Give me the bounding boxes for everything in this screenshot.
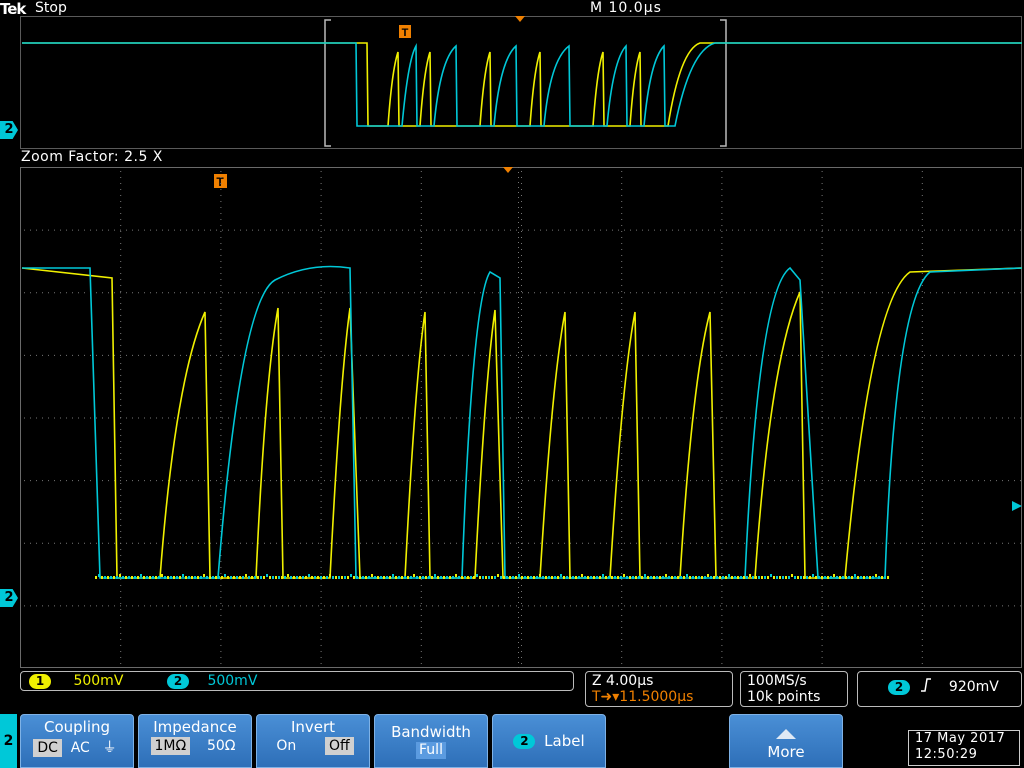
- ch2-badge: 2: [167, 673, 189, 689]
- ch2-readout[interactable]: 2 500mV: [167, 673, 257, 689]
- invert-title: Invert: [290, 718, 336, 736]
- main-trigger-marker-label: T: [216, 175, 224, 189]
- impedance-50ohm[interactable]: 50Ω: [203, 737, 240, 755]
- overview-center-marker: [515, 16, 525, 22]
- coupling-button[interactable]: Coupling DC AC ⏚: [20, 714, 134, 768]
- active-channel-tab[interactable]: 2: [0, 714, 17, 768]
- channel-readout-bar[interactable]: 1 500mV 2 500mV: [20, 671, 574, 691]
- more-button[interactable]: More: [729, 714, 843, 768]
- invert-off[interactable]: Off: [325, 737, 354, 755]
- overview-trigger-marker-label: T: [402, 27, 409, 39]
- ground-icon[interactable]: ⏚: [99, 736, 121, 758]
- sample-rate: 100MS/s: [747, 673, 807, 689]
- coupling-dc[interactable]: DC: [33, 739, 62, 757]
- trigger-level: 920mV: [948, 679, 999, 695]
- ch1-scale: 500mV: [73, 673, 124, 689]
- coupling-title: Coupling: [43, 718, 111, 736]
- trigger-source-badge: 2: [888, 679, 910, 695]
- zoom-scale: Z 4.00µs: [592, 673, 654, 689]
- time: 12:50:29: [915, 747, 978, 762]
- impedance-button[interactable]: Impedance 1MΩ 50Ω: [138, 714, 252, 768]
- zoom-window-bracket: [324, 19, 727, 147]
- invert-button[interactable]: Invert On Off: [256, 714, 370, 768]
- zoom-readout[interactable]: Z 4.00µs T➜▾11.5000µs: [585, 671, 733, 707]
- date: 17 May 2017: [915, 731, 1006, 746]
- chevron-up-icon: [730, 725, 842, 743]
- ch2-scale: 500mV: [207, 673, 258, 689]
- impedance-title: Impedance: [153, 718, 237, 736]
- acquisition-readout[interactable]: 100MS/s 10k points: [740, 671, 848, 707]
- main-traces: [21, 265, 1023, 579]
- bandwidth-value: Full: [416, 742, 446, 759]
- label-title: Label: [544, 732, 585, 750]
- label-channel-badge: 2: [513, 734, 536, 749]
- coupling-ac[interactable]: AC: [67, 739, 94, 757]
- invert-on[interactable]: On: [272, 737, 300, 755]
- rising-edge-icon: [920, 678, 932, 696]
- impedance-1mohm[interactable]: 1MΩ: [150, 737, 191, 755]
- bandwidth-button[interactable]: Bandwidth Full: [374, 714, 488, 768]
- waveform-display: T T: [21, 16, 1023, 668]
- overview-traces: [22, 42, 1022, 127]
- trigger-position: T➜▾11.5000µs: [592, 689, 694, 705]
- graticule-grid: [24, 167, 1021, 668]
- label-button[interactable]: 2 Label: [492, 714, 606, 768]
- trigger-readout[interactable]: 2 920mV: [857, 671, 1022, 707]
- ch1-badge: 1: [29, 673, 51, 689]
- date-time-display: 17 May 2017 12:50:29: [908, 730, 1020, 766]
- bandwidth-title: Bandwidth: [391, 723, 471, 741]
- ch2-trigger-level-marker: [1012, 501, 1022, 511]
- record-length: 10k points: [747, 689, 821, 705]
- ch1-readout[interactable]: 1 500mV: [29, 673, 123, 689]
- more-title: More: [767, 743, 805, 761]
- main-center-marker: [503, 167, 513, 173]
